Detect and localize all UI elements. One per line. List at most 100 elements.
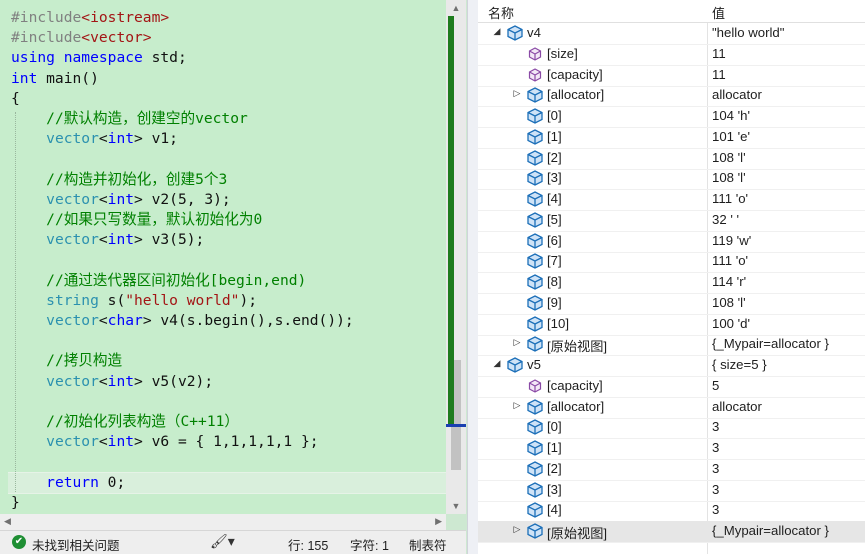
check-circle-icon: ✔ [12,535,26,549]
code-line[interactable]: vector<int> v5(v2); [11,372,213,392]
watch-item-value[interactable]: 119 'w' [712,233,751,248]
watch-window[interactable]: 名称 值 ◢ v4 "hello world" [size] 11 [capacity] 1… [478,0,865,554]
object-icon [507,357,523,376]
value-column-header[interactable]: 值 [712,3,725,22]
code-cleanup-brush-icon[interactable]: 🖌▾ [210,533,235,550]
code-text-area[interactable]: #include<iostream> #include<vector> using … [0,0,446,514]
watch-item-value[interactable]: 3 [712,482,719,497]
watch-item-value[interactable]: {_Mypair=allocator } [712,523,829,538]
code-line[interactable]: #include<iostream> [11,8,169,28]
scroll-down-arrow-icon[interactable]: ▼ [446,498,466,514]
watch-item-value[interactable]: 3 [712,419,719,434]
watch-item-value[interactable]: 101 'e' [712,129,750,144]
watch-item-value[interactable]: 108 'l' [712,170,746,185]
watch-item-value[interactable]: 3 [712,440,719,455]
watch-item-value[interactable]: 111 'o' [712,191,748,206]
watch-item-value[interactable]: allocator [712,87,762,102]
code-line[interactable]: vector<int> v1; [11,129,178,149]
code-line[interactable]: int main() [11,69,99,89]
watch-item-value[interactable]: 32 ' ' [712,212,739,227]
expand-arrow-icon[interactable]: ▷ [512,337,522,348]
code-line[interactable]: //拷贝构造 [11,351,122,371]
code-editor[interactable]: #include<iostream> #include<vector> using … [0,0,467,554]
code-line[interactable]: vector<int> v6 = { 1,1,1,1,1 }; [11,432,318,452]
scroll-right-arrow-icon[interactable]: ▶ [435,516,442,527]
watch-item-value[interactable]: 104 'h' [712,108,750,123]
code-line[interactable]: #include<vector> [11,28,152,48]
code-line[interactable]: { [11,89,20,109]
watch-row[interactable]: [0] 104 'h' [478,106,865,128]
watch-row[interactable]: [2] 108 'l' [478,148,865,170]
code-line[interactable]: vector<char> v4(s.begin(),s.end()); [11,311,354,331]
scroll-up-arrow-icon[interactable]: ▲ [446,0,466,16]
watch-item-value[interactable]: 11 [712,67,726,82]
pane-splitter[interactable] [467,0,478,554]
watch-row[interactable]: [9] 108 'l' [478,293,865,315]
watch-row[interactable]: ▷ [原始视图] {_Mypair=allocator } [478,334,865,357]
code-line[interactable]: //初始化列表构造（C++11） [11,412,239,432]
watch-item-value[interactable]: 111 'o' [712,253,748,268]
expand-arrow-icon[interactable]: ▷ [512,88,522,99]
watch-item-value[interactable]: 100 'd' [712,316,750,331]
watch-row[interactable]: ▷ [allocator] allocator [478,397,865,419]
watch-row[interactable]: [6] 119 'w' [478,231,865,253]
column-indicator[interactable]: 字符: 1 [350,535,389,554]
code-line[interactable]: vector<int> v3(5); [11,230,204,250]
watch-item-value[interactable]: 108 'l' [712,295,746,310]
watch-row[interactable]: [capacity] 11 [478,65,865,87]
watch-row[interactable]: [size] 11 [478,44,865,66]
watch-row[interactable]: [2] 3 [478,459,865,481]
code-line[interactable]: string s("hello world"); [11,291,257,311]
watch-item-value[interactable]: 5 [712,378,719,393]
expand-arrow-icon[interactable]: ▷ [512,524,522,535]
indent-mode-indicator[interactable]: 制表符 [409,535,447,554]
code-line[interactable]: //如果只写数量，默认初始化为0 [11,210,262,230]
watch-row[interactable]: [8] 114 'r' [478,272,865,294]
code-line[interactable]: vector<int> v2(5, 3); [11,190,231,210]
watch-item-value[interactable]: { size=5 } [712,357,767,372]
editor-horizontal-scrollbar[interactable]: ◀ ▶ [0,514,446,530]
watch-item-value[interactable]: 3 [712,502,719,517]
watch-item-name: [allocator] [547,87,605,103]
watch-row[interactable]: [3] 3 [478,480,865,502]
watch-row[interactable]: ◢ v4 "hello world" [478,23,865,45]
watch-item-value[interactable]: allocator [712,399,762,414]
collapse-arrow-icon[interactable]: ◢ [492,26,502,37]
code-line[interactable]: } [11,493,20,513]
code-line[interactable]: //通过迭代器区间初始化[begin,end) [11,271,306,291]
property-icon [527,67,543,86]
watch-row[interactable]: [4] 111 'o' [478,189,865,211]
watch-item-value[interactable]: {_Mypair=allocator } [712,336,829,351]
watch-row[interactable]: [5] 32 ' ' [478,210,865,232]
watch-item-name: [9] [547,294,562,310]
watch-item-value[interactable]: "hello world" [712,25,784,40]
watch-item-value[interactable]: 114 'r' [712,274,746,289]
watch-row[interactable]: ▷ [原始视图] {_Mypair=allocator } [478,521,865,543]
collapse-arrow-icon[interactable]: ◢ [492,358,502,369]
line-number-indicator[interactable]: 行: 155 [288,535,328,554]
watch-row[interactable]: ▷ [allocator] allocator [478,85,865,108]
watch-row[interactable]: [7] 111 'o' [478,251,865,274]
scroll-left-arrow-icon[interactable]: ◀ [4,516,11,527]
name-column-header[interactable]: 名称 [488,3,514,22]
watch-row[interactable]: [capacity] 5 [478,376,865,398]
expand-arrow-icon[interactable]: ▷ [512,400,522,411]
watch-item-value[interactable]: 11 [712,46,726,61]
code-token: vector [46,312,99,329]
code-line[interactable]: return 0; [11,473,125,493]
code-line[interactable]: //构造并初始化，创建5个3 [11,170,227,190]
issues-status[interactable]: 未找到相关问题 [32,535,120,554]
object-icon [527,108,543,127]
watch-row[interactable]: ◢ v5 { size=5 } [478,355,865,377]
watch-row[interactable]: [0] 3 [478,417,865,440]
watch-row[interactable]: [10] 100 'd' [478,314,865,336]
code-line[interactable]: //默认构造，创建空的vector [11,109,248,129]
watch-row[interactable]: [4] 3 [478,500,865,523]
watch-row[interactable]: [3] 108 'l' [478,168,865,191]
watch-item-value[interactable]: 3 [712,461,719,476]
watch-item-value[interactable]: 108 'l' [712,150,746,165]
code-line[interactable]: using namespace std; [11,48,187,68]
property-icon [527,46,543,65]
watch-row[interactable]: [1] 3 [478,438,865,460]
watch-row[interactable]: [1] 101 'e' [478,127,865,149]
